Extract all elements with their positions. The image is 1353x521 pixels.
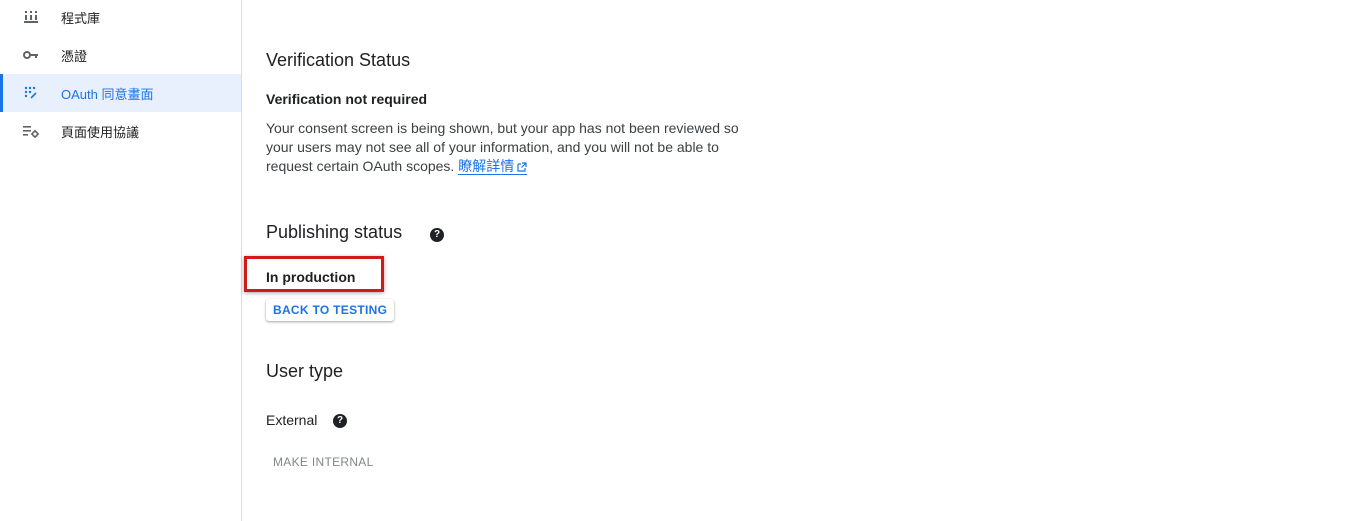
back-to-testing-button[interactable]: BACK TO TESTING — [266, 299, 395, 321]
app-root: 程式庫 憑證 OAuth 同意畫面 頁面使用協議 Verification St… — [0, 0, 1353, 521]
publishing-status-heading: Publishing status — [266, 222, 403, 242]
publishing-status-value: In production — [266, 269, 356, 285]
library-icon — [23, 9, 39, 25]
external-link-icon — [517, 158, 527, 177]
verification-status-value: Verification not required — [266, 91, 428, 107]
user-type-heading: User type — [266, 361, 344, 381]
sidebar-item-label: 憑證 — [61, 48, 88, 64]
sidebar-item-library[interactable]: 程式庫 — [0, 0, 241, 36]
make-internal-button[interactable]: MAKE INTERNAL — [266, 451, 381, 473]
user-type-value: External — [266, 412, 318, 428]
page-usage-agreement-icon — [23, 123, 39, 139]
consent-screen-icon — [23, 85, 39, 101]
help-icon[interactable]: ? — [333, 414, 347, 428]
sidebar-item-credentials[interactable]: 憑證 — [0, 36, 241, 74]
sidebar: 程式庫 憑證 OAuth 同意畫面 頁面使用協議 — [0, 0, 242, 521]
learn-more-link-label: 瞭解詳情 — [458, 158, 515, 174]
sidebar-item-oauth-consent[interactable]: OAuth 同意畫面 — [0, 74, 241, 112]
sidebar-item-label: 頁面使用協議 — [61, 124, 140, 140]
sidebar-item-label: 程式庫 — [61, 10, 101, 26]
sidebar-item-label: OAuth 同意畫面 — [61, 86, 154, 102]
verification-status-heading: Verification Status — [266, 50, 411, 70]
main-content: Verification Status Verification not req… — [244, 0, 1326, 521]
sidebar-item-page-usage-agreement[interactable]: 頁面使用協議 — [0, 112, 241, 150]
key-icon — [23, 47, 39, 63]
learn-more-link[interactable]: 瞭解詳情 — [458, 158, 528, 177]
verification-description: Your consent screen is being shown, but … — [266, 119, 756, 177]
help-icon[interactable]: ? — [430, 228, 444, 242]
